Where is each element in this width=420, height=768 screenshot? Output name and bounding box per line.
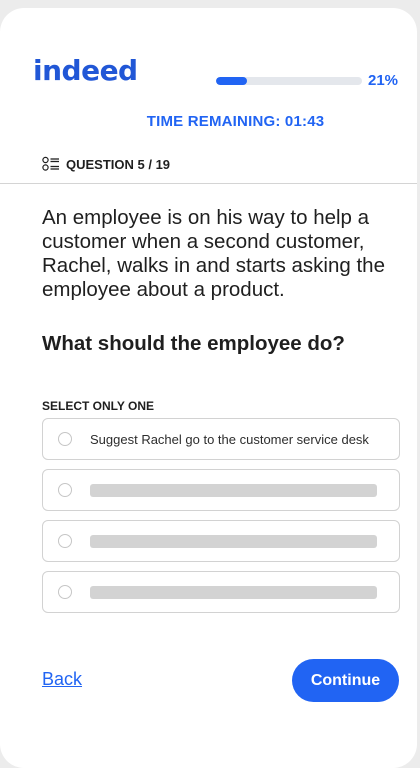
header-divider: [0, 183, 417, 184]
select-instructions: SELECT ONLY ONE: [42, 399, 155, 413]
answer-option-placeholder: [90, 535, 377, 548]
assessment-card: indeed 21% TIME REMAINING: 01:43 QUESTIO…: [0, 8, 417, 768]
question-scenario: An employee is on his way to help a cust…: [42, 206, 385, 301]
question-counter-label: QUESTION 5 / 19: [66, 156, 171, 172]
answer-option-label: Suggest Rachel go to the customer servic…: [90, 432, 369, 447]
continue-button[interactable]: Continue: [292, 659, 399, 702]
answer-option-placeholder: [90, 484, 377, 497]
progress-bar-fill: [216, 77, 247, 85]
answer-option-3[interactable]: [42, 520, 400, 562]
answer-option-1[interactable]: Suggest Rachel go to the customer servic…: [42, 418, 400, 460]
time-remaining: TIME REMAINING: 01:43: [146, 113, 325, 130]
radio-button[interactable]: [58, 585, 72, 599]
progress-bar: [216, 77, 362, 85]
progress-percent: 21%: [368, 72, 399, 89]
radio-button[interactable]: [58, 534, 72, 548]
question-prompt: What should the employee do?: [42, 332, 345, 355]
back-link[interactable]: Back: [42, 669, 82, 690]
indeed-logo: indeed: [33, 54, 138, 87]
answer-option-4[interactable]: [42, 571, 400, 613]
answer-option-2[interactable]: [42, 469, 400, 511]
radio-button[interactable]: [58, 432, 72, 446]
question-counter: QUESTION 5 / 19: [42, 156, 170, 172]
list-icon: [42, 156, 59, 171]
radio-button[interactable]: [58, 483, 72, 497]
answer-option-placeholder: [90, 586, 377, 599]
